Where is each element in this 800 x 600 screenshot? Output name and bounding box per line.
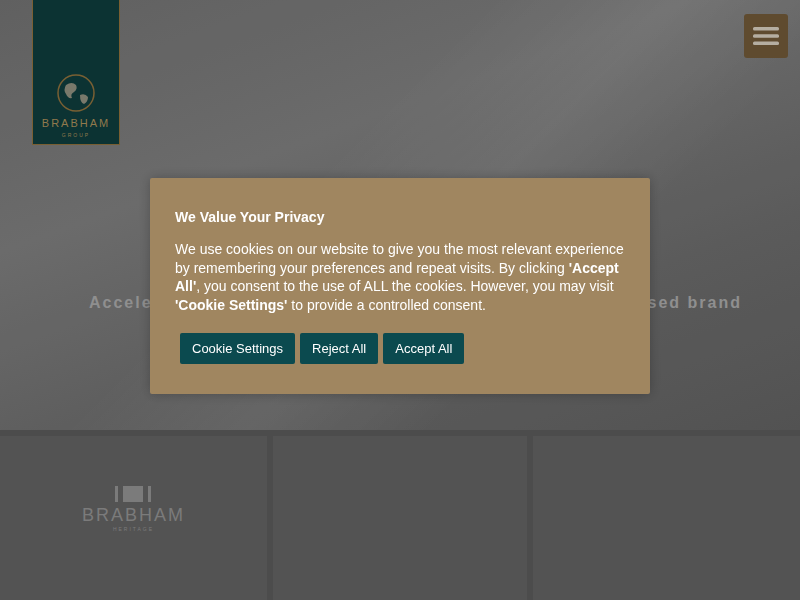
cookie-button[interactable]: Reject All [300,333,378,364]
cookie-title: We Value Your Privacy [175,209,625,225]
cookie-button[interactable]: Cookie Settings [180,333,295,364]
cookie-buttons: Cookie SettingsReject AllAccept All [175,333,625,364]
cookie-banner: We Value Your Privacy We use cookies on o… [150,178,650,394]
cookie-button[interactable]: Accept All [383,333,464,364]
cookie-text: We use cookies on our website to give yo… [175,240,625,314]
